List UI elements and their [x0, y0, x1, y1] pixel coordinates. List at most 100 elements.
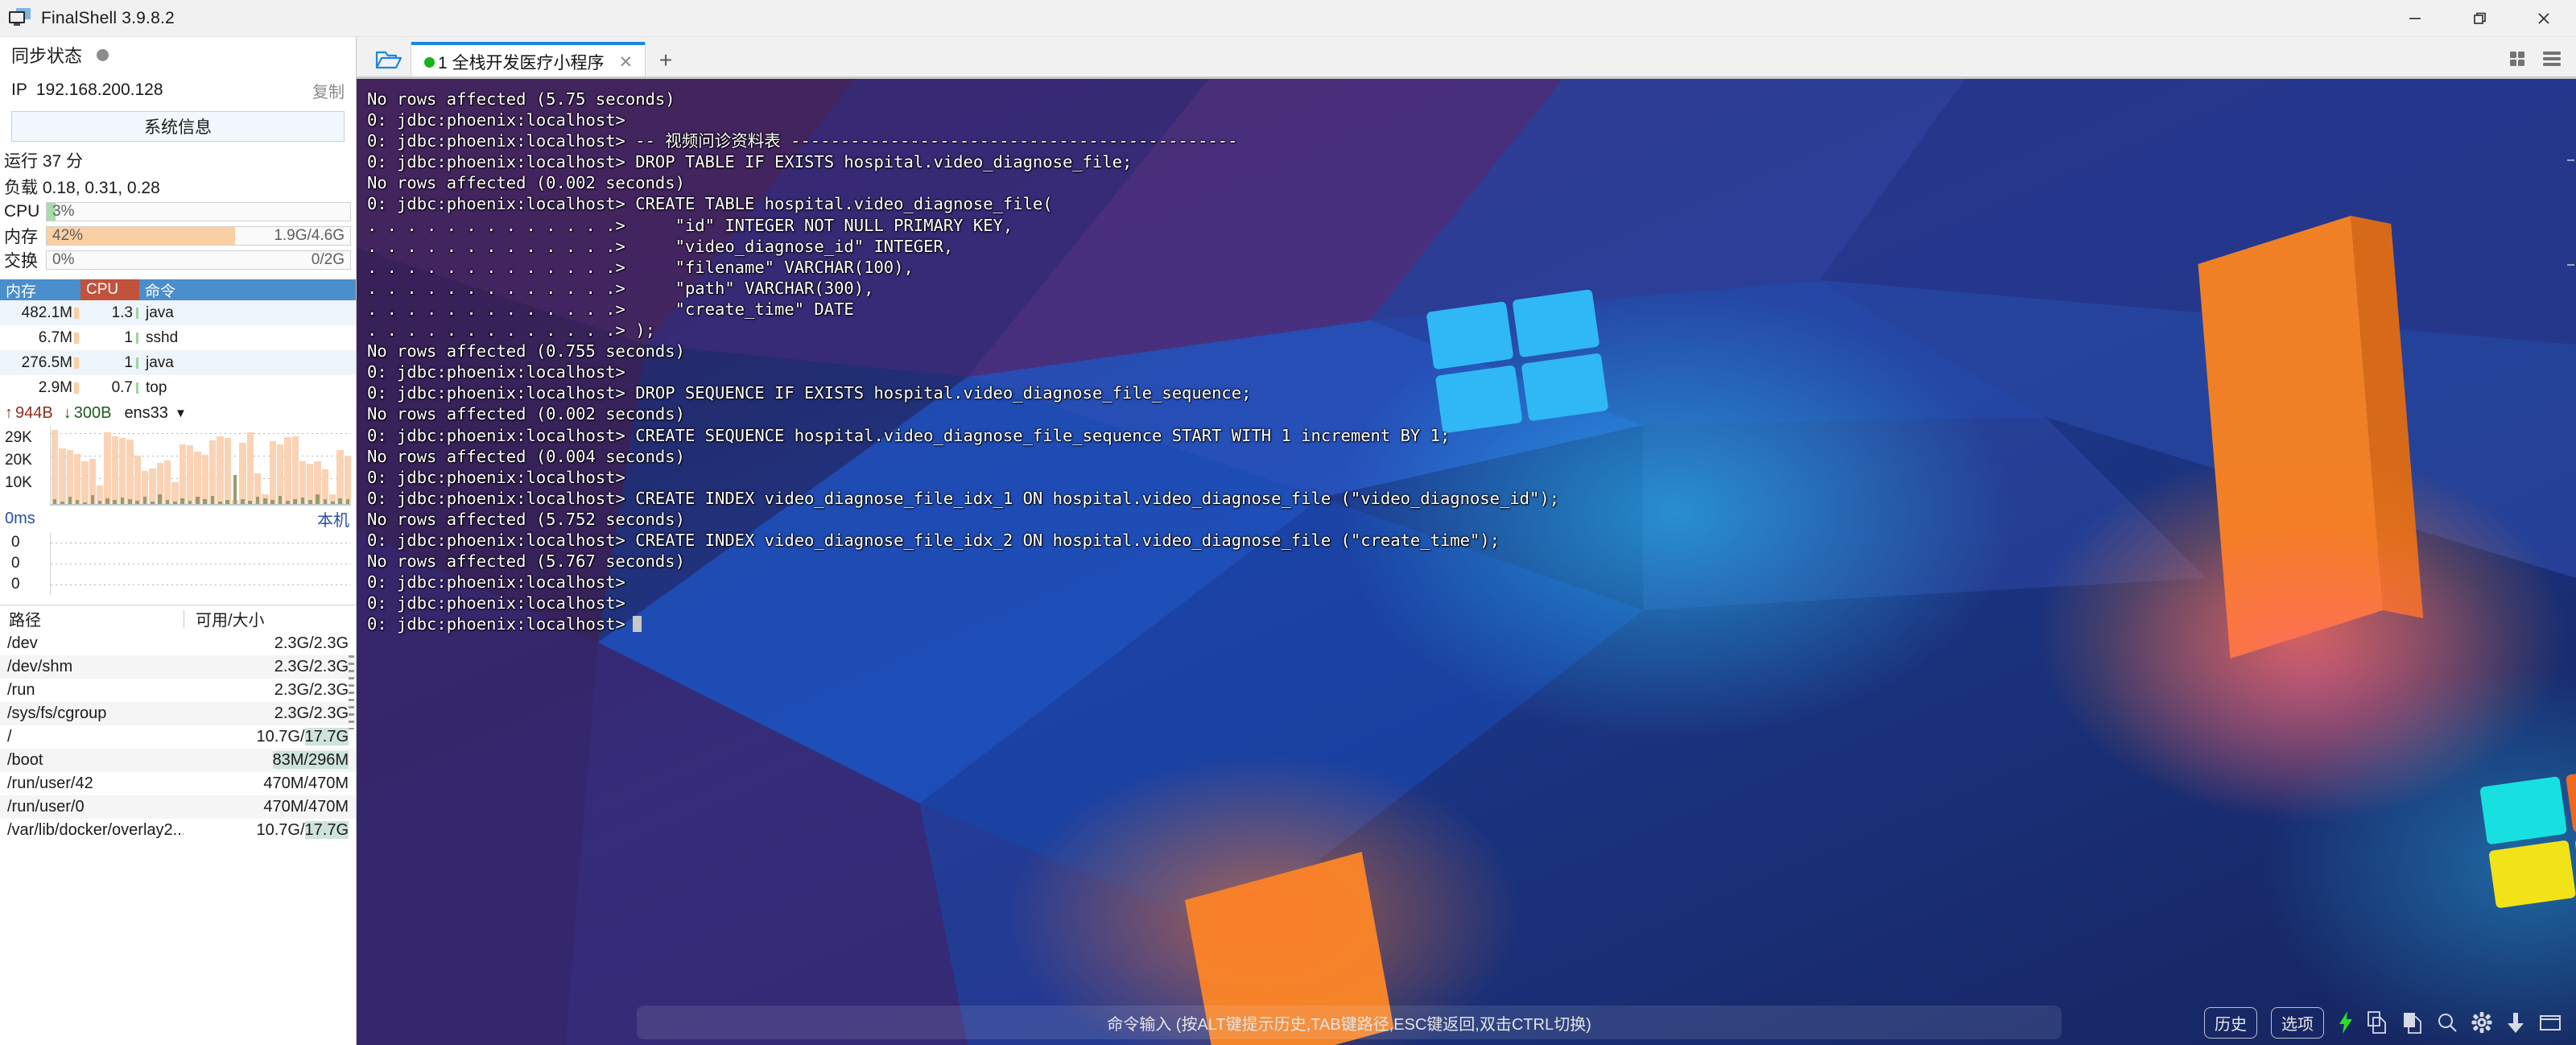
search-icon[interactable] [2437, 1011, 2458, 1034]
window-icon[interactable] [2539, 1011, 2562, 1034]
network-bar [276, 427, 284, 504]
terminal-line: 0: jdbc:phoenix:localhost> [367, 613, 2576, 634]
network-bar [208, 427, 217, 504]
copy-ip-button[interactable]: 复制 [312, 79, 345, 102]
terminal-line: No rows affected (0.004 seconds) [367, 446, 685, 466]
table-row[interactable]: 276.5M 1 java [0, 350, 356, 375]
disk-path: /dev [7, 634, 38, 652]
maximize-restore-button[interactable] [2447, 0, 2512, 36]
table-row[interactable]: /sys/fs/cgroup 2.3G/2.3G [0, 702, 356, 725]
network-bar [246, 427, 254, 504]
lightning-bolt-icon[interactable] [2338, 1011, 2354, 1034]
ping-ytick: 0 [11, 555, 20, 572]
network-ytick: 29K [5, 429, 32, 446]
system-info-button[interactable]: 系统信息 [11, 111, 345, 142]
network-bar [299, 427, 307, 504]
close-button[interactable] [2512, 0, 2576, 36]
finalshell-window: FinalShell 3.9.8.2 同步状态 IP 192.168.200.1… [0, 0, 2576, 1045]
process-header-cpu[interactable]: CPU [80, 279, 139, 300]
table-row[interactable]: /run/user/0 470M/470M [0, 795, 356, 819]
command-input[interactable]: 命令输入 (按ALT键提示历史,TAB键路径,ESC键返回,双击CTRL切换) [637, 1006, 2062, 1039]
table-row[interactable]: /dev 2.3G/2.3G [0, 632, 356, 655]
ip-label: IP [11, 81, 27, 99]
ping-target-label[interactable]: 本机 [317, 507, 349, 531]
terminal-panel[interactable]: No rows affected (5.75 seconds) 0: jdbc:p… [357, 79, 2576, 1045]
terminal-line: No rows affected (5.767 seconds) [367, 551, 685, 572]
memory-meter-label: 内存 [4, 228, 38, 246]
disk-path: /dev/shm [7, 658, 73, 675]
upload-rate: 944B [15, 404, 53, 422]
network-bar [314, 427, 321, 504]
disk-size: 10.7G/17.7G [256, 728, 349, 746]
table-row[interactable]: /var/lib/docker/overlay2... 10.7G/17.7G [0, 819, 356, 842]
close-icon[interactable]: ✕ [619, 52, 634, 72]
table-row[interactable]: /boot 83M/296M [0, 749, 356, 772]
history-button[interactable]: 历史 [2204, 1006, 2257, 1039]
terminal-line: 0: jdbc:phoenix:localhost> CREATE INDEX … [367, 530, 1500, 550]
terminal-line: . . . . . . . . . . . . .> "filename" VA… [367, 257, 914, 277]
network-chart-plot [50, 427, 351, 506]
disk-size: 470M/470M [263, 798, 349, 816]
network-bar [179, 427, 186, 504]
network-bar [262, 427, 269, 504]
cpu-meter-row: CPU 3% [0, 200, 356, 224]
network-bar [344, 427, 351, 504]
terminal-line: 0: jdbc:phoenix:localhost> CREATE TABLE … [367, 194, 1053, 214]
network-bar [217, 427, 224, 504]
hamburger-menu-icon[interactable] [2542, 50, 2563, 72]
terminal-cursor [632, 616, 642, 633]
network-interface-name[interactable]: ens33 [124, 404, 168, 423]
disk-usage-table: 路径 可用/大小 /dev 2.3G/2.3G/dev/shm 2.3G/2.3G /… [0, 605, 356, 1045]
table-row[interactable]: 2.9M 0.7 top [0, 375, 356, 400]
memory-meter-detail: 1.9G/4.6G [274, 227, 345, 244]
chevron-down-icon[interactable]: ▼ [175, 407, 187, 420]
disk-header-path[interactable]: 路径 [0, 607, 184, 630]
network-chart-bars [52, 427, 351, 504]
terminal-line: No rows affected (5.752 seconds) [367, 509, 685, 529]
minimize-button[interactable] [2383, 0, 2447, 36]
download-icon[interactable] [2506, 1011, 2525, 1034]
network-bar [149, 427, 156, 504]
table-row[interactable]: 482.1M 1.3 java [0, 300, 356, 325]
table-row[interactable]: /run/user/42 470M/470M [0, 772, 356, 795]
options-button[interactable]: 选项 [2271, 1006, 2324, 1039]
network-bar [291, 427, 299, 504]
process-command: sshd [146, 328, 179, 346]
network-bar [126, 427, 134, 504]
disk-path: /run/user/42 [7, 774, 93, 792]
terminal-scrollbar[interactable] [2567, 79, 2574, 1045]
disk-header-size[interactable]: 可用/大小 [184, 609, 356, 630]
gear-icon[interactable] [2471, 1011, 2492, 1034]
add-tab-button[interactable]: + [645, 42, 687, 79]
swap-meter-row: 交换 0% 0/2G [0, 248, 356, 272]
disk-size: 83M/296M [272, 751, 349, 769]
disk-path: /run/user/0 [7, 798, 85, 816]
network-bar [96, 427, 104, 504]
process-header-memory[interactable]: 内存 [0, 279, 80, 300]
table-row[interactable]: / 10.7G/17.7G [0, 725, 356, 749]
tab-connected-indicator [424, 56, 435, 68]
network-summary-row: ↑ 944B ↓ 300B ens33 ▼ [0, 400, 356, 427]
disk-size: 10.7G/17.7G [256, 821, 349, 839]
disk-path: /sys/fs/cgroup [7, 704, 107, 722]
process-table[interactable]: 内存 CPU 命令 482.1M 1.3 java 6.7M 1 sshd 27… [0, 279, 356, 400]
copy-icon[interactable] [2368, 1011, 2388, 1034]
network-bar [284, 427, 291, 504]
network-bar [186, 427, 194, 504]
table-row[interactable]: /dev/shm 2.3G/2.3G [0, 655, 356, 679]
network-bar [59, 427, 66, 504]
tab-terminal-1[interactable]: 1 全栈开发医疗小程序 ✕ [411, 42, 645, 79]
paste-icon[interactable] [2402, 1011, 2423, 1034]
open-folder-icon[interactable] [366, 40, 411, 79]
terminal-output[interactable]: No rows affected (5.75 seconds) 0: jdbc:p… [357, 79, 2576, 1045]
ping-ytick: 0 [11, 534, 20, 551]
process-header-command[interactable]: 命令 [139, 279, 356, 300]
disk-table-scrollbar[interactable] [349, 655, 354, 729]
process-cpu: 1.3 [80, 304, 139, 322]
table-row[interactable]: 6.7M 1 sshd [0, 325, 356, 350]
ping-chart-plot [50, 532, 351, 595]
grid-view-icon[interactable] [2510, 50, 2531, 72]
network-bar [66, 427, 73, 504]
network-bar [231, 427, 239, 504]
table-row[interactable]: /run 2.3G/2.3G [0, 679, 356, 702]
